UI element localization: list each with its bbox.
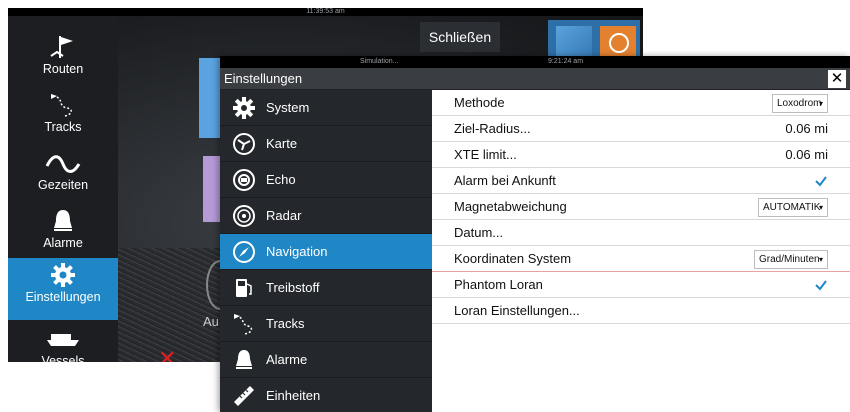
nav-item-treibstoff[interactable]: Treibstoff (220, 270, 432, 306)
setting-value: 0.06 mi (785, 121, 828, 136)
setting-row-datum[interactable]: Datum... (432, 220, 850, 246)
settings-dialog: Simulation... 9:21:24 am Einstellungen ✕ (220, 56, 850, 412)
setting-label: Loran Einstellungen... (454, 303, 580, 318)
nav-item-label: Radar (266, 208, 302, 223)
sidebar-item-tracks[interactable]: Tracks (8, 88, 118, 146)
sidebar-item-label: Vessels (41, 354, 85, 362)
caret-down-icon: ▾ (818, 255, 823, 264)
setting-row-ziel-radius[interactable]: Ziel-Radius... 0.06 mi (432, 116, 850, 142)
setting-label: Magnetabweichung (454, 199, 567, 214)
remove-icon[interactable]: ✕ (158, 346, 176, 362)
nav-item-label: Treibstoff (266, 280, 320, 295)
track-trail-icon (234, 314, 253, 335)
nav-item-label: Echo (266, 172, 296, 187)
compass-icon (233, 241, 255, 263)
status-time: 9:21:24 am (548, 58, 584, 65)
bell-icon (54, 210, 72, 231)
tide-wave-icon (45, 155, 81, 173)
status-simulation: Simulation... (360, 58, 399, 65)
setting-label: Ziel-Radius... (454, 121, 531, 136)
nav-item-label: Alarme (266, 352, 308, 367)
setting-row-magnetabweichung: Magnetabweichung AUTOMATIK ▾ (432, 194, 850, 220)
setting-row-loran-einstellungen[interactable]: Loran Einstellungen... (432, 298, 850, 324)
gear-icon (233, 97, 255, 119)
dialog-title-bar: Einstellungen ✕ (220, 68, 850, 90)
app-tile[interactable] (548, 20, 640, 60)
navigation-settings-panel: Methode Loxodrom ▾ Ziel-Radius... 0.06 m… (432, 90, 850, 412)
nav-item-system[interactable]: System (220, 90, 432, 126)
koordinaten-dropdown[interactable]: Grad/Minuten ▾ (754, 250, 828, 269)
dialog-status-bar: Simulation... 9:21:24 am (220, 56, 850, 68)
background-status-time: 11:39:53 am (306, 8, 345, 15)
nav-item-label: Karte (266, 136, 298, 151)
setting-row-koordinaten: Koordinaten System Grad/Minuten ▾ (432, 246, 850, 272)
setting-row-alarm-ankunft: Alarm bei Ankunft (432, 168, 850, 194)
dialog-title: Einstellungen (224, 71, 303, 86)
background-partial-label: Au (203, 314, 219, 329)
sidebar-item-label: Alarme (43, 236, 83, 250)
setting-label: Phantom Loran (454, 277, 543, 292)
dropdown-value: AUTOMATIK (763, 202, 821, 213)
checkmark-icon[interactable] (814, 278, 828, 292)
sidebar-item-label: Einstellungen (25, 290, 101, 304)
nav-item-navigation[interactable]: Navigation (220, 234, 432, 270)
nav-item-echo[interactable]: Echo (220, 162, 432, 198)
background-status-bar: 11:39:53 am (8, 8, 643, 16)
home-sidebar: Routen Tracks Gezeiten Alarme Einstellun… (8, 16, 118, 362)
caret-down-icon: ▾ (818, 99, 823, 108)
sidebar-item-alarme[interactable]: Alarme (8, 204, 118, 262)
nav-item-label: System (266, 100, 310, 115)
methode-dropdown[interactable]: Loxodrom ▾ (772, 94, 828, 113)
compass-tile-icon (600, 26, 636, 60)
settings-nav: System Karte Echo Radar Navigation Treib… (220, 90, 432, 412)
setting-label: Koordinaten System (454, 251, 572, 266)
bell-icon (236, 350, 252, 369)
sidebar-item-vessels[interactable]: Vessels (8, 322, 118, 362)
setting-row-methode: Methode Loxodrom ▾ (432, 90, 850, 116)
gear-icon (51, 263, 75, 287)
magnetabweichung-dropdown[interactable]: AUTOMATIK ▾ (758, 198, 828, 217)
sidebar-item-label: Tracks (44, 120, 82, 134)
sidebar-item-label: Gezeiten (37, 178, 89, 192)
nav-item-alarme[interactable]: Alarme (220, 342, 432, 378)
map-tile-icon (556, 26, 592, 60)
setting-label: Methode (454, 95, 505, 110)
ruler-icon (234, 386, 254, 406)
nav-item-karte[interactable]: Karte (220, 126, 432, 162)
vessel-icon (47, 334, 79, 346)
setting-value: 0.06 mi (785, 147, 828, 162)
track-trail-icon (51, 94, 72, 117)
radar-icon (233, 205, 255, 227)
echo-icon (233, 169, 255, 191)
checkmark-icon[interactable] (814, 174, 828, 188)
nav-item-label: Tracks (266, 316, 305, 331)
setting-row-xte-limit[interactable]: XTE limit... 0.06 mi (432, 142, 850, 168)
sidebar-item-label: Routen (42, 62, 84, 76)
nav-item-label: Einheiten (266, 388, 321, 403)
dropdown-value: Grad/Minuten (759, 254, 820, 265)
setting-label: Alarm bei Ankunft (454, 173, 556, 188)
sidebar-item-gezeiten[interactable]: Gezeiten (8, 146, 118, 204)
sidebar-item-einstellungen[interactable]: Einstellungen (8, 258, 118, 320)
close-button[interactable]: Schließen (420, 22, 500, 52)
caret-down-icon: ▾ (818, 203, 823, 212)
chart-icon (233, 133, 255, 155)
fuel-pump-icon (236, 279, 252, 297)
close-icon[interactable]: ✕ (828, 70, 846, 88)
nav-item-radar[interactable]: Radar (220, 198, 432, 234)
sidebar-item-routen[interactable]: Routen (8, 30, 118, 88)
nav-item-einheiten[interactable]: Einheiten (220, 378, 432, 412)
setting-label: XTE limit... (454, 147, 517, 162)
route-flag-icon (50, 36, 73, 58)
nav-item-label: Navigation (266, 244, 328, 259)
dropdown-value: Loxodrom (777, 98, 822, 109)
nav-item-tracks[interactable]: Tracks (220, 306, 432, 342)
setting-row-phantom-loran: Phantom Loran (432, 272, 850, 298)
setting-label: Datum... (454, 225, 504, 240)
